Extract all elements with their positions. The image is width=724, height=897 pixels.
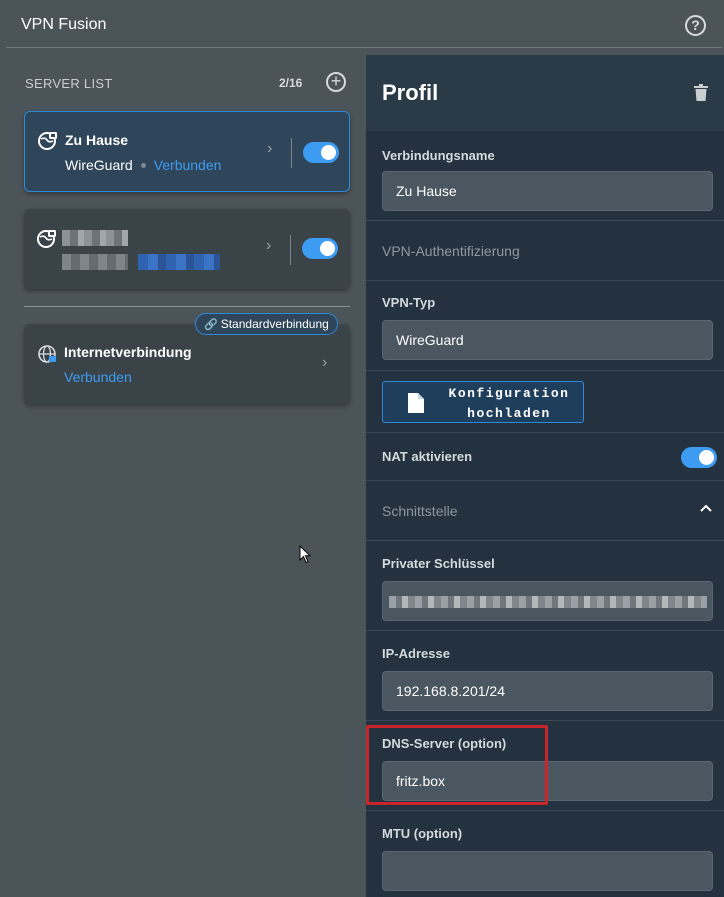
card-divider — [291, 138, 292, 168]
mtu-section: MTU (option) — [366, 811, 724, 897]
chevron-right-icon[interactable]: › — [267, 140, 277, 157]
profile-title: Profil — [382, 80, 439, 105]
interface-label: Schnittstelle — [382, 503, 458, 519]
top-bar: VPN Fusion ? — [0, 0, 724, 50]
private-key-section: Privater Schlüssel — [366, 541, 724, 631]
mtu-input[interactable] — [382, 851, 713, 891]
upload-button-label: Konfiguration hochladen — [439, 384, 579, 424]
internet-connection-card[interactable]: Internetverbindung Verbunden › — [24, 324, 350, 404]
ip-address-input[interactable]: 192.168.8.201/24 — [382, 671, 713, 711]
document-icon — [408, 393, 424, 413]
connection-name-input[interactable]: Zu Hause — [382, 171, 713, 211]
ip-address-label: IP-Adresse — [382, 646, 450, 661]
globe-icon — [38, 345, 56, 363]
ip-address-section: IP-Adresse 192.168.8.201/24 — [366, 631, 724, 721]
redacted-name — [62, 230, 128, 246]
badge-label: Standardverbindung — [220, 317, 329, 331]
toggle-knob — [320, 241, 335, 256]
list-separator — [24, 306, 350, 307]
connection-name-section: Verbindungsname Zu Hause — [366, 131, 724, 221]
vpn-type-select[interactable]: WireGuard — [382, 320, 713, 360]
server-name: Zu Hause — [65, 132, 129, 148]
server-subtitle: WireGuard Verbunden — [65, 157, 221, 173]
mtu-label: MTU (option) — [382, 826, 463, 841]
connection-name-label: Verbindungsname — [382, 148, 495, 163]
app-title: VPN Fusion — [21, 16, 107, 33]
upload-label-line2: hochladen — [467, 406, 551, 421]
separator-dot — [140, 162, 146, 168]
chevron-up-icon[interactable] — [700, 504, 712, 512]
toggle-knob — [699, 450, 714, 465]
server-count: 2/16 — [279, 76, 303, 90]
default-connection-badge: 🔗 Standardverbindung — [195, 313, 338, 335]
server-card-zu-hause[interactable]: Zu Hause WireGuard Verbunden › — [24, 111, 350, 192]
redacted-protocol — [62, 254, 128, 270]
private-key-input[interactable] — [382, 581, 713, 621]
server-list-label: SERVER LIST — [25, 76, 113, 91]
vpn-globe-icon — [38, 132, 57, 150]
chevron-right-icon[interactable]: › — [322, 354, 332, 371]
internet-status: Verbunden — [64, 369, 132, 385]
vpn-type-label: VPN-Typ — [382, 295, 436, 310]
vpn-globe-icon — [37, 230, 56, 248]
vpn-auth-label: VPN-Authentifizierung — [382, 243, 520, 259]
redacted-status — [138, 254, 220, 270]
upload-config-button[interactable]: Konfiguration hochladen — [382, 381, 584, 423]
nat-toggle[interactable] — [681, 447, 717, 468]
vpn-type-section: VPN-Typ WireGuard — [366, 281, 724, 371]
vpn-auth-section[interactable]: VPN-Authentifizierung — [366, 221, 724, 281]
profile-header: Profil — [366, 55, 724, 131]
server-toggle[interactable] — [303, 142, 339, 163]
link-icon: 🔗 — [204, 319, 218, 331]
interface-section[interactable]: Schnittstelle — [366, 481, 724, 541]
server-protocol: WireGuard — [65, 157, 133, 173]
upload-label-line1: Konfiguration — [448, 386, 570, 401]
internet-name: Internetverbindung — [64, 344, 192, 360]
nat-section: NAT aktivieren — [366, 433, 724, 481]
private-key-label: Privater Schlüssel — [382, 556, 495, 571]
mouse-cursor-icon — [299, 545, 311, 564]
card-divider — [290, 235, 291, 265]
nat-label: NAT aktivieren — [382, 449, 473, 464]
top-divider — [6, 47, 722, 48]
toggle-knob — [321, 145, 336, 160]
server-list-pane: SERVER LIST 2/16 + Zu Hause WireGuard Ver… — [0, 50, 366, 897]
help-icon[interactable]: ? — [685, 15, 706, 36]
add-server-button[interactable]: + — [326, 72, 346, 92]
redacted-key — [389, 596, 707, 608]
server-toggle[interactable] — [302, 238, 338, 259]
chevron-right-icon[interactable]: › — [266, 237, 276, 254]
trash-icon[interactable] — [694, 84, 708, 101]
server-card-2[interactable]: › — [24, 209, 350, 289]
dns-highlight-box — [366, 725, 548, 805]
server-status: Verbunden — [153, 157, 222, 173]
